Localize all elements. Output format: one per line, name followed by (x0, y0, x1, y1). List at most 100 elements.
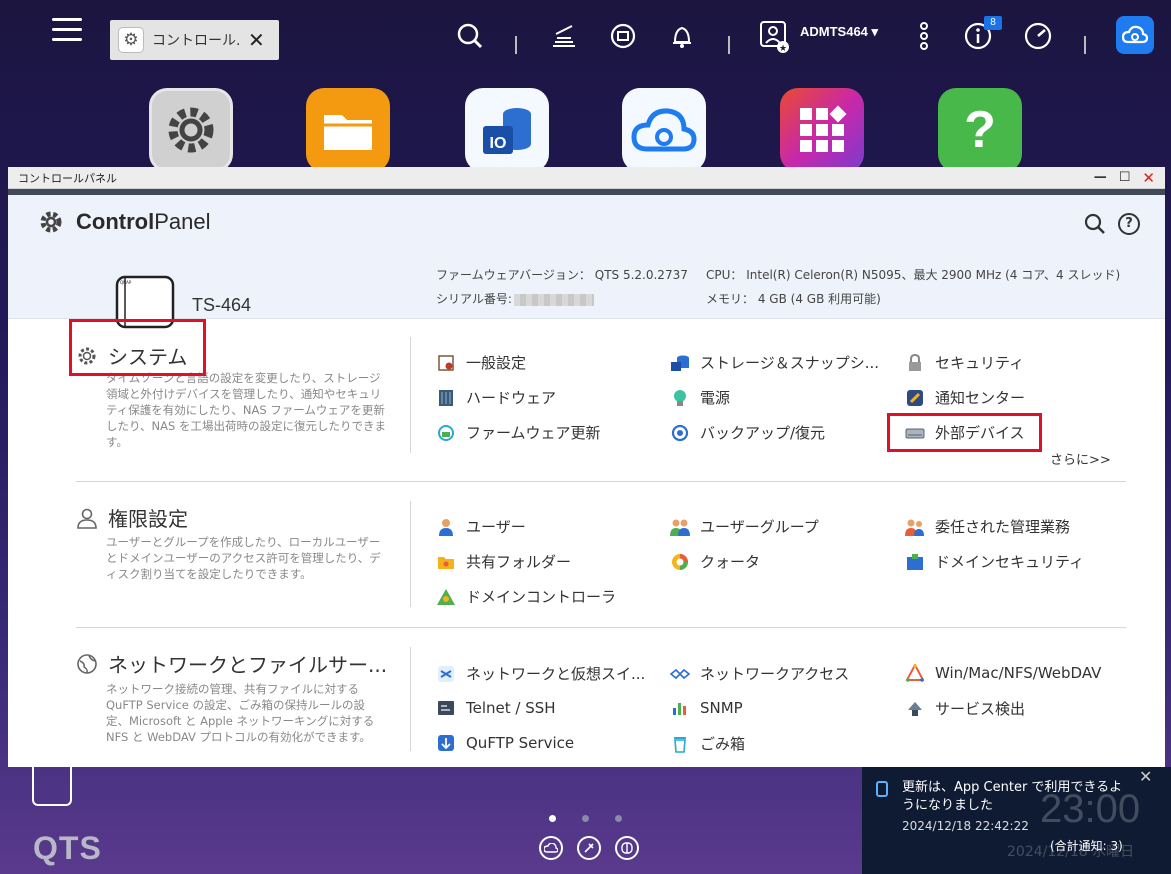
item-general-settings[interactable]: 一般設定 (436, 352, 526, 373)
item-label: ストレージ＆スナップシ... (700, 354, 880, 372)
notification-toast[interactable]: 23:00 2024/12/18 水曜日 更新は、App Center で利用で… (862, 767, 1171, 874)
notification-center-icon (905, 388, 925, 408)
control-panel-app-icon[interactable] (149, 88, 233, 172)
item-shared-folders[interactable]: 共有フォルダー (436, 551, 571, 572)
item-network-access[interactable]: ネットワークアクセス (670, 663, 849, 684)
main-menu-button[interactable] (52, 18, 82, 48)
gear-icon: ⚙ (118, 27, 144, 53)
close-icon[interactable]: ✕ (1139, 767, 1152, 786)
item-label: サービス検出 (935, 700, 1026, 718)
device-info-header: ControlPanel ? QNAP TS-464 ファームウェアバージョン：… (8, 195, 1165, 329)
more-options-icon[interactable] (908, 20, 940, 52)
item-storage-snapshots[interactable]: ストレージ＆スナップシ... (670, 352, 879, 373)
dashboard-gauge-icon[interactable] (1022, 20, 1054, 52)
help-icon[interactable]: ? (1118, 213, 1140, 235)
item-label: ファームウェア更新 (466, 424, 601, 442)
close-icon[interactable]: ✕ (248, 28, 265, 52)
notification-total[interactable]: (合計通知: 3) (1050, 837, 1123, 854)
item-quota[interactable]: クォータ (670, 551, 760, 572)
globe-icon (77, 653, 97, 674)
item-user-groups[interactable]: ユーザーグループ (670, 516, 819, 537)
item-domain-controller[interactable]: ドメインコントローラ (436, 586, 616, 607)
section-privilege-header[interactable]: 権限設定 (76, 503, 188, 532)
page-dot[interactable] (582, 815, 589, 822)
minimize-icon[interactable]: — (1094, 170, 1107, 185)
more-link[interactable]: さらに>> (1050, 449, 1111, 468)
sync-icon[interactable] (607, 20, 639, 52)
page-dot-active[interactable] (549, 815, 556, 822)
memory-label: メモリ： (706, 292, 755, 306)
page-dot[interactable] (615, 815, 622, 822)
gear-icon (40, 211, 62, 233)
backup-icon (670, 423, 690, 443)
close-icon[interactable]: ✕ (1142, 169, 1155, 187)
item-label: 委任された管理業務 (935, 518, 1071, 536)
item-delegated-admin[interactable]: 委任された管理業務 (905, 516, 1070, 537)
recycle-bin-desktop-icon[interactable] (32, 766, 72, 806)
notification-message: 更新は、App Center で利用できるようになりました (902, 780, 1123, 813)
item-snmp[interactable]: SNMP (670, 698, 743, 718)
storage-snapshots-app-icon[interactable]: IO (465, 88, 549, 172)
item-label: 一般設定 (466, 354, 527, 372)
divider (76, 627, 1126, 628)
item-users[interactable]: ユーザー (436, 516, 526, 537)
item-win-mac-nfs-webdav[interactable]: Win/Mac/NFS/WebDAV (905, 663, 1101, 683)
bell-icon[interactable] (666, 20, 698, 52)
item-backup-restore[interactable]: バックアップ/復元 (670, 422, 825, 443)
tools-dock-icon[interactable] (577, 836, 601, 860)
item-power[interactable]: 電源 (670, 387, 730, 408)
item-label: SNMP (700, 699, 743, 717)
item-label: Telnet / SSH (466, 699, 556, 717)
file-protocol-icon (905, 663, 925, 683)
file-station-app-icon[interactable] (306, 88, 390, 172)
section-description: ネットワーク接続の管理、共有ファイルに対する QuFTP Service の設定… (106, 682, 375, 744)
taskbar-tab-control-panel[interactable]: ⚙ コントロール... ✕ (110, 20, 279, 60)
divider (410, 337, 411, 453)
item-hardware[interactable]: ハードウェア (436, 387, 556, 408)
firmware-label: ファームウェアバージョン： (436, 268, 591, 282)
myqnapcloud-app-icon[interactable] (622, 88, 706, 172)
search-icon[interactable] (454, 20, 486, 52)
item-label: クォータ (700, 553, 761, 571)
control-panel-logo: ControlPanel (38, 209, 210, 235)
panel-dock-icon[interactable] (615, 836, 639, 860)
item-network-virtual-switch[interactable]: ネットワークと仮想スイ... (436, 663, 645, 684)
quota-pie-icon (670, 552, 690, 572)
app-center-icon[interactable] (780, 88, 864, 172)
help-center-app-icon[interactable]: ? (938, 88, 1022, 172)
item-domain-security[interactable]: ドメインセキュリティ (905, 551, 1084, 572)
item-label: ネットワークと仮想スイ... (466, 665, 646, 683)
item-security[interactable]: セキュリティ (905, 352, 1024, 373)
window-titlebar[interactable]: コントロールパネル — ☐ ✕ (8, 167, 1165, 189)
maximize-icon[interactable]: ☐ (1119, 170, 1131, 185)
notification-timestamp: 2024/12/18 22:42:22 (902, 819, 1029, 833)
section-network-header[interactable]: ネットワークとファイルサー... (76, 649, 387, 678)
item-recycle-bin[interactable]: ごみ箱 (670, 733, 745, 754)
myqnapcloud-icon[interactable] (1116, 16, 1154, 54)
qts-logo: QTS (33, 830, 102, 866)
item-label: ユーザー (466, 518, 526, 536)
item-telnet-ssh[interactable]: Telnet / SSH (436, 698, 556, 718)
divider (728, 36, 730, 54)
user-icon[interactable]: ★ (758, 20, 790, 53)
item-firmware-update[interactable]: ファームウェア更新 (436, 422, 601, 443)
section-description: タイムゾーンと言語の設定を変更したり、ストレージ領域と外付けデバイスを管理したり… (106, 371, 386, 449)
update-icon (876, 781, 888, 797)
item-service-discovery[interactable]: サービス検出 (905, 698, 1025, 719)
cpu-info: CPU： Intel(R) Celeron(R) N5095、最大 2900 M… (706, 266, 1120, 283)
item-label: ドメインセキュリティ (935, 553, 1085, 571)
ftp-icon (436, 733, 456, 753)
logo-bold-text: Control (76, 209, 155, 234)
user-icon (77, 508, 97, 529)
delegated-admin-icon (905, 517, 925, 537)
user-menu-label[interactable]: ADMTS464 ▾ (800, 24, 878, 40)
item-quftp-service[interactable]: QuFTP Service (436, 733, 574, 753)
search-icon[interactable] (1084, 213, 1106, 239)
desktop-page-indicator (549, 815, 622, 822)
cloud-dock-icon[interactable] (539, 836, 563, 860)
item-notification-center[interactable]: 通知センター (905, 387, 1025, 408)
item-label: バックアップ/復元 (700, 424, 826, 442)
lightbulb-icon (670, 388, 690, 408)
background-tasks-icon[interactable] (548, 20, 580, 52)
item-label: 電源 (700, 389, 731, 407)
